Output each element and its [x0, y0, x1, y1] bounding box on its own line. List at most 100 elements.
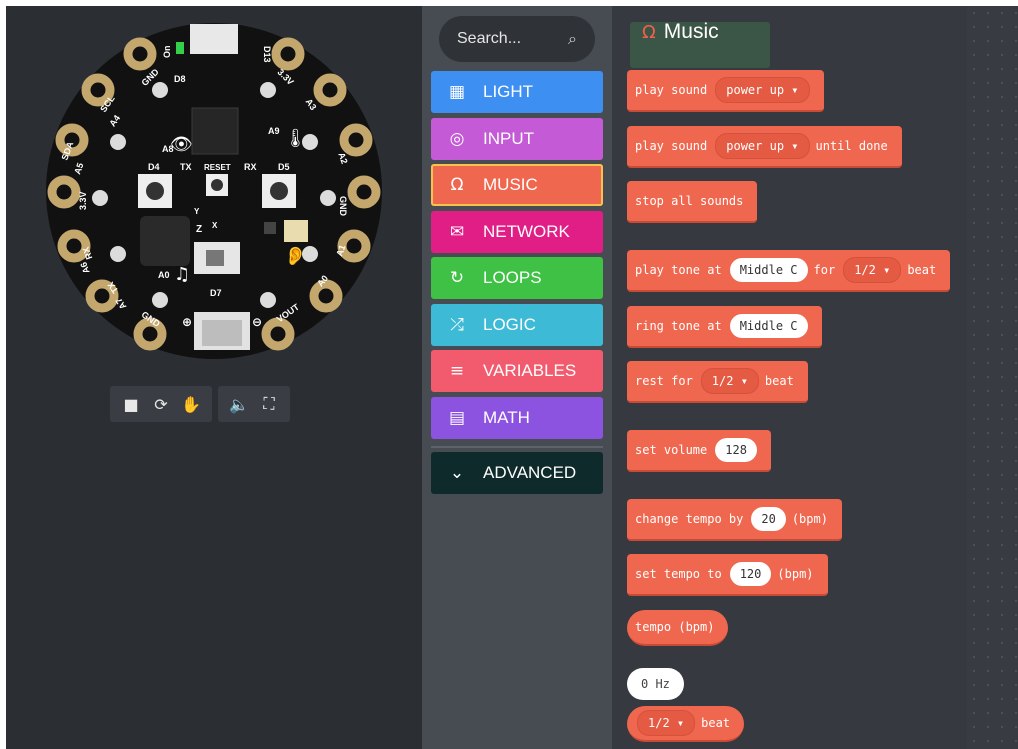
simulator-toolbar: ■ ⟳ ✋ 🔈 ⛶: [110, 386, 290, 422]
calculator-icon: ▤: [448, 408, 466, 428]
flyout-title: Ω Music: [642, 20, 719, 44]
category-advanced[interactable]: ⌄ ADVANCED: [431, 452, 603, 494]
grid-icon: ▦: [448, 82, 466, 102]
category-input-label: INPUT: [483, 129, 534, 148]
category-math[interactable]: ▤ MATH: [431, 397, 603, 439]
volume-icon[interactable]: 🔈: [224, 389, 254, 419]
category-math-label: MATH: [483, 408, 530, 427]
block-rest[interactable]: rest for 1/2 ▾ beat: [627, 361, 808, 403]
block-text: set tempo to: [635, 567, 722, 581]
tempo-change-input[interactable]: 20: [751, 507, 786, 531]
block-play-sound-until-done[interactable]: play sound power up ▾ until done: [627, 126, 902, 168]
sound-dropdown[interactable]: power up ▾: [715, 133, 810, 159]
block-text: 0 Hz: [641, 677, 670, 691]
category-advanced-label: ADVANCED: [483, 463, 577, 482]
note-input[interactable]: Middle C: [729, 258, 808, 282]
block-text: change tempo by: [635, 512, 744, 526]
category-logic[interactable]: ⤮ LOGIC: [431, 304, 603, 346]
block-text: (bpm): [777, 567, 814, 581]
block-text: rest for: [635, 374, 693, 388]
category-loops[interactable]: ↻ LOOPS: [431, 257, 603, 299]
beat-dropdown[interactable]: 1/2 ▾: [843, 257, 902, 283]
label-d5: D5: [278, 162, 290, 172]
usb-port: [190, 24, 238, 54]
category-network[interactable]: ✉ NETWORK: [431, 211, 603, 253]
category-loops-label: LOOPS: [483, 268, 542, 287]
category-music[interactable]: Ω MUSIC: [431, 164, 603, 206]
label-gnd-right: GND: [338, 196, 348, 217]
simulator-view-controls: 🔈 ⛶: [218, 386, 290, 422]
block-text: play sound: [635, 139, 708, 153]
circuit-playground-board[interactable]: On D13 GND D8 SCL A4 3.3V A3 A8 A9 SDA A…: [44, 16, 384, 366]
label-3v3-left: 3.3V: [78, 191, 88, 210]
category-light[interactable]: ▦ LIGHT: [431, 71, 603, 113]
ear-icon: 👂: [284, 245, 306, 267]
block-tempo-reporter[interactable]: tempo (bpm): [627, 610, 729, 646]
category-variables[interactable]: ≡ VARIABLES: [431, 350, 603, 392]
stop-icon[interactable]: ■: [116, 389, 146, 419]
label-d7: D7: [210, 288, 222, 298]
block-text: stop all sounds: [635, 194, 744, 208]
block-text: for: [813, 263, 836, 277]
svg-text:⊕: ⊕: [182, 315, 192, 329]
block-hz-reporter[interactable]: 0 Hz: [627, 668, 684, 700]
label-z-axis: Z: [196, 224, 202, 235]
block-text: play tone at: [635, 263, 722, 277]
label-rx-top: RX: [244, 162, 257, 172]
label-tx-top: TX: [180, 162, 192, 172]
label-button-a: A: [130, 187, 137, 198]
volume-input[interactable]: 128: [715, 438, 757, 462]
category-network-label: NETWORK: [483, 222, 570, 241]
block-set-tempo[interactable]: set tempo to 120 (bpm): [627, 554, 828, 596]
label-a9: A9: [268, 126, 280, 136]
thermometer-icon: 🌡: [284, 128, 307, 149]
makecode-editor: On D13 GND D8 SCL A4 3.3V A3 A8 A9 SDA A…: [0, 0, 1018, 749]
code-workspace[interactable]: [967, 6, 1018, 749]
restart-icon[interactable]: ⟳: [146, 389, 176, 419]
label-d8: D8: [174, 74, 186, 84]
category-logic-label: LOGIC: [483, 315, 536, 334]
svg-text:⊖: ⊖: [252, 315, 262, 329]
power-led: [176, 42, 184, 54]
chevron-down-icon: ⌄: [449, 463, 465, 483]
fullscreen-icon[interactable]: ⛶: [254, 389, 284, 419]
tempo-input[interactable]: 120: [729, 562, 772, 586]
block-ring-tone[interactable]: ring tone at Middle C: [627, 306, 822, 348]
block-text: beat: [701, 716, 731, 730]
headphones-icon: Ω: [642, 21, 656, 43]
note-input[interactable]: Middle C: [729, 314, 808, 338]
debug-icon[interactable]: ✋: [176, 389, 206, 419]
block-text: play sound: [635, 83, 708, 97]
block-beat-reporter[interactable]: 1/2 ▾ beat: [627, 706, 745, 742]
shuffle-icon: ⤮: [450, 315, 464, 335]
simulator-pane: On D13 GND D8 SCL A4 3.3V A3 A8 A9 SDA A…: [6, 6, 422, 749]
block-text: ring tone at: [635, 319, 722, 333]
target-icon: ◎: [449, 129, 465, 149]
label-reset: RESET: [204, 163, 231, 172]
category-variables-label: VARIABLES: [483, 361, 577, 380]
beat-dropdown[interactable]: 1/2 ▾: [700, 368, 759, 394]
light-sensor: [284, 220, 308, 242]
flyout-title-label: Music: [663, 20, 719, 43]
block-play-tone[interactable]: play tone at Middle C for 1/2 ▾ beat: [627, 250, 951, 292]
category-light-label: LIGHT: [483, 82, 534, 101]
sound-dropdown[interactable]: power up ▾: [715, 77, 810, 103]
category-input[interactable]: ◎ INPUT: [431, 118, 603, 160]
search-icon[interactable]: ⌕: [568, 29, 577, 49]
search-placeholder: Search...: [457, 30, 522, 47]
block-set-volume[interactable]: set volume 128: [627, 430, 771, 472]
block-text: beat: [907, 263, 937, 277]
block-play-sound[interactable]: play sound power up ▾: [627, 70, 824, 112]
block-text: tempo (bpm): [635, 620, 715, 634]
headphones-icon: Ω: [450, 175, 464, 195]
music-note-icon: ♫: [174, 264, 190, 285]
block-text: until done: [815, 139, 888, 153]
label-d4: D4: [148, 162, 160, 172]
block-flyout: Ω Music play sound power up ▾ play sound…: [612, 6, 967, 749]
block-stop-all-sounds[interactable]: stop all sounds: [627, 181, 758, 223]
label-on: On: [162, 46, 172, 59]
block-change-tempo[interactable]: change tempo by 20 (bpm): [627, 499, 842, 541]
search-input[interactable]: Search... ⌕: [439, 16, 595, 62]
microcontroller-chip: [191, 107, 239, 155]
beat-dropdown[interactable]: 1/2 ▾: [637, 710, 696, 736]
